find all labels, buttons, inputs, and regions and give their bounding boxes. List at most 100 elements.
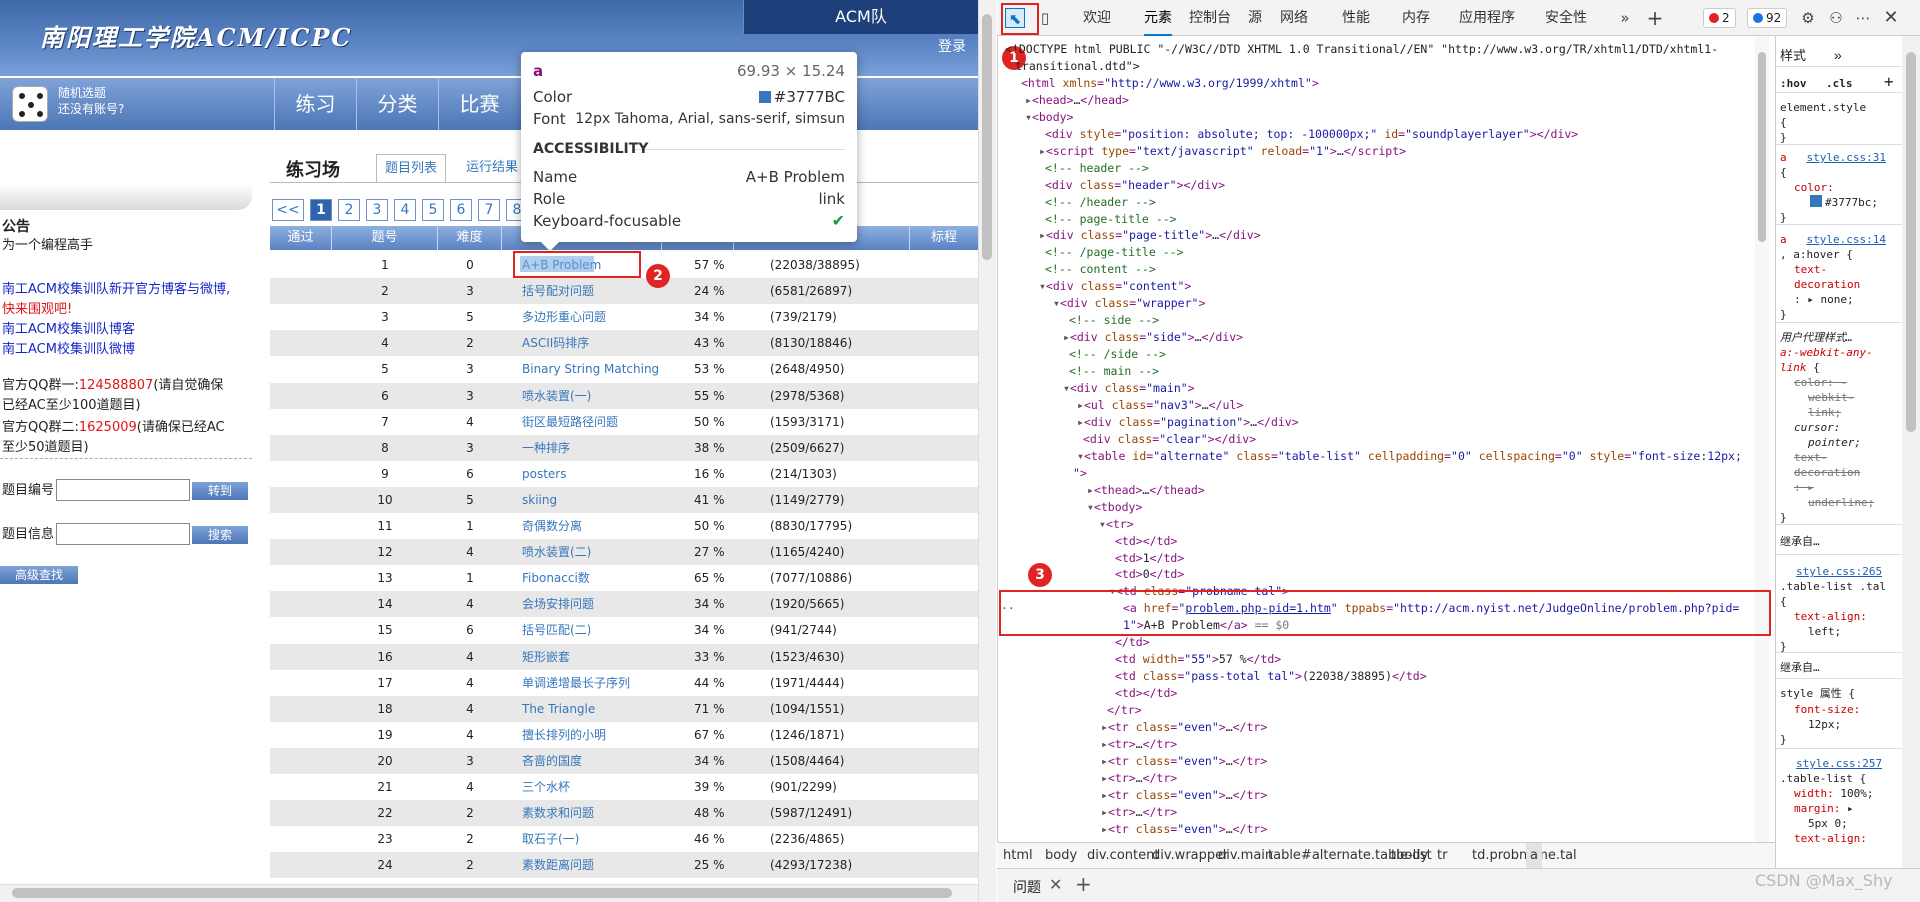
dom-tree-node[interactable]: <td></td> — [1115, 685, 1177, 702]
tab-security[interactable]: 安全性 — [1545, 0, 1587, 36]
advanced-search-button[interactable]: 高级查找 — [0, 566, 78, 584]
feedback-icon[interactable]: ⚇ — [1826, 8, 1846, 28]
dom-tree-node[interactable]: ▸<div class="pagination">…</div> — [1077, 414, 1299, 431]
style-rule-line[interactable]: » — [1834, 48, 1842, 63]
dice-icon[interactable] — [12, 86, 48, 122]
style-rule-line[interactable]: 继承自… — [1780, 534, 1820, 549]
breadcrumb-item[interactable]: tbody — [1391, 843, 1428, 869]
tab-memory[interactable]: 内存 — [1402, 0, 1430, 36]
blog-news-link[interactable]: 南工ACM校集训队新开官方博客与微博, — [2, 278, 230, 297]
style-rule-line[interactable]: style.css:257 — [1796, 756, 1882, 771]
style-rule-line[interactable]: } — [1780, 130, 1787, 145]
dom-tree-node[interactable]: ▸<tr>…</tr> — [1101, 736, 1177, 753]
problem-title-link[interactable]: 括号匹配(二) — [522, 617, 672, 643]
error-badge[interactable]: 2 — [1703, 8, 1736, 28]
problem-title-link[interactable]: Fibonacci数 — [522, 565, 672, 591]
style-rule-line[interactable]: text- — [1794, 450, 1827, 465]
dom-tree-node[interactable]: ▸<tr>…</tr> — [1101, 770, 1177, 787]
dom-tree-node[interactable]: ▾<table id="alternate" class="table-list… — [1077, 448, 1742, 465]
problem-title-link[interactable]: 素数求和问题 — [522, 800, 672, 826]
problem-title-link[interactable]: 奇偶数分离 — [522, 513, 672, 539]
style-rule-line[interactable]: : ▸ — [1794, 480, 1814, 495]
tab-sources[interactable]: 源 — [1248, 0, 1262, 36]
problem-title-link[interactable]: 矩形嵌套 — [522, 644, 672, 670]
tab-network[interactable]: 网络 — [1280, 0, 1308, 36]
dom-tree-node[interactable]: ▾<div class="content"> — [1039, 278, 1191, 295]
style-rule-line[interactable]: underline; — [1808, 495, 1874, 510]
dom-tree-node[interactable]: ▸<tr class="even">…</tr> — [1101, 753, 1267, 770]
add-tab-icon[interactable]: + — [1645, 8, 1665, 28]
problem-title-link[interactable]: posters — [522, 461, 672, 487]
dom-tree-node[interactable]: <!-- side --> — [1069, 312, 1159, 329]
dom-tree-node[interactable]: ▸<div class="page-title">…</div> — [1039, 227, 1261, 244]
problem-title-link[interactable]: 一种排序 — [522, 435, 672, 461]
team-weibo-link[interactable]: 南工ACM校集训队微博 — [2, 338, 135, 357]
dom-tree-node[interactable]: <!-- header --> — [1045, 160, 1149, 177]
nav-practice[interactable]: 练习 — [274, 78, 356, 130]
drawer-tab-issues[interactable]: 问题 — [1013, 877, 1041, 897]
more-options-icon[interactable]: ⋯ — [1853, 8, 1873, 28]
breadcrumb-item[interactable]: div.content — [1087, 843, 1159, 869]
tab-elements[interactable]: 元素 — [1144, 0, 1172, 36]
style-rule-line[interactable]: decoration — [1794, 465, 1860, 480]
dom-tree-node[interactable]: ▸<ul class="nav3">…</ul> — [1077, 397, 1243, 414]
style-rule-line[interactable]: text-align: — [1794, 831, 1867, 846]
random-problem-block[interactable]: 随机选题 还没有账号? — [58, 85, 124, 117]
style-rule-line[interactable]: 样式 — [1780, 48, 1806, 63]
style-rule-line[interactable]: text- — [1794, 262, 1827, 277]
style-rule-line[interactable]: } — [1780, 210, 1787, 225]
team-blog-link[interactable]: 南工ACM校集训队博客 — [2, 318, 135, 337]
style-rule-line[interactable]: webkit- — [1808, 390, 1854, 405]
style-rule-line[interactable]: { — [1780, 594, 1787, 609]
dom-tree-node[interactable]: "> — [1073, 465, 1087, 482]
dom-tree-node[interactable]: ▸<div class="side">…</div> — [1063, 329, 1243, 346]
breadcrumb-item[interactable]: a — [1526, 843, 1542, 869]
dom-tree-node[interactable]: <html xmlns="http://www.w3.org/1999/xhtm… — [1021, 75, 1319, 92]
problem-title-link[interactable]: Binary String Matching — [522, 356, 672, 382]
dom-tree-node[interactable]: ▾<tr> — [1099, 516, 1134, 533]
style-rule-line[interactable]: link { — [1780, 360, 1820, 375]
style-rule-line[interactable]: font-size: — [1794, 702, 1860, 717]
dom-tree-node[interactable]: <td class="pass-total tal">(22038/38895)… — [1115, 668, 1427, 685]
breadcrumb-item[interactable]: td.probname.tal — [1472, 843, 1577, 869]
style-rule-line[interactable]: element.style — [1780, 100, 1866, 115]
style-rule-line[interactable]: margin: ▸ — [1794, 801, 1854, 816]
problem-title-link[interactable]: 取石子(一) — [522, 826, 672, 852]
dom-tree-node[interactable]: ▸<tr class="even">…</tr> — [1101, 787, 1267, 804]
dom-tree-node[interactable]: <td>1</td> — [1115, 550, 1184, 567]
style-rule-line[interactable]: a:-webkit-any- — [1780, 345, 1873, 360]
nav-category[interactable]: 分类 — [356, 78, 438, 130]
style-rule-line[interactable]: 继承自… — [1780, 660, 1820, 675]
col-passed[interactable]: 通过 — [270, 226, 332, 250]
style-rule-line[interactable]: text-align: — [1794, 609, 1867, 624]
pagination-page[interactable]: 3 — [366, 199, 388, 221]
dom-tree-node[interactable]: <div class="clear"></div> — [1083, 431, 1256, 448]
elements-scroll-thumb[interactable] — [1758, 52, 1766, 242]
style-rule-line[interactable]: decoration — [1794, 277, 1860, 292]
style-rule-line[interactable]: left; — [1808, 624, 1841, 639]
dom-tree-node[interactable]: ▸<thead>…</thead> — [1087, 482, 1205, 499]
dom-tree-node[interactable]: <!-- content --> — [1045, 261, 1156, 278]
random-problem-link[interactable]: 随机选题 — [58, 85, 124, 101]
style-rule-line[interactable]: { — [1780, 115, 1787, 130]
problem-title-link[interactable]: 喷水装置(一) — [522, 383, 672, 409]
close-icon[interactable]: ✕ — [1881, 8, 1901, 28]
pagination-page[interactable]: 4 — [394, 199, 416, 221]
dom-tree-node[interactable]: transitional.dtd"> — [1015, 58, 1140, 75]
more-tabs-icon[interactable]: » — [1615, 8, 1635, 28]
dom-tree-node[interactable]: <div class="header"></div> — [1045, 177, 1225, 194]
dom-tree-node[interactable]: </tr> — [1107, 702, 1142, 719]
style-rule-line[interactable]: 5px 0; — [1808, 816, 1848, 831]
tab-performance[interactable]: 性能 — [1342, 0, 1370, 36]
style-rule-line[interactable]: 用户代理样式… — [1780, 330, 1853, 345]
style-rule-line[interactable]: color: — [1794, 180, 1834, 195]
col-std[interactable]: 标程 — [910, 226, 978, 250]
style-rule-line[interactable]: + — [1884, 74, 1894, 90]
pagination-page[interactable]: 2 — [338, 199, 360, 221]
dom-tree-node[interactable]: ▸<tr class="even">…</tr> — [1101, 719, 1267, 736]
goto-button[interactable]: 转到 — [192, 482, 248, 500]
breadcrumb-item[interactable]: div.wrapper — [1152, 843, 1228, 869]
problem-title-link[interactable]: 街区最短路径问题 — [522, 409, 672, 435]
problem-title-link[interactable]: skiing — [522, 487, 672, 513]
problem-info-input[interactable] — [56, 523, 190, 545]
